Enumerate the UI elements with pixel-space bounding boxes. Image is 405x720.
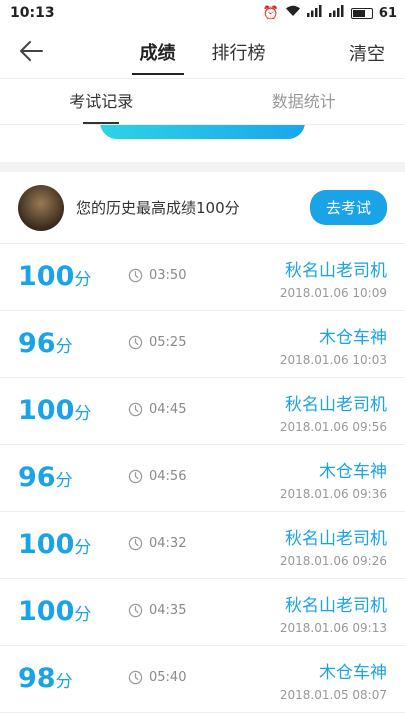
status-icons: ⏰ 61 bbox=[263, 5, 397, 21]
record-item[interactable]: 100分 04:32 秋名山老司机 2018.01.06 09:26 bbox=[0, 512, 405, 579]
tab-statistics[interactable]: 数据统计 bbox=[203, 79, 405, 124]
record-item[interactable]: 100分 04:35 秋名山老司机 2018.01.06 09:13 bbox=[0, 579, 405, 646]
clock-icon bbox=[128, 603, 143, 618]
duration-text: 05:40 bbox=[149, 670, 187, 685]
score-unit: 分 bbox=[74, 404, 92, 424]
record-name: 秋名山老司机 bbox=[285, 261, 387, 281]
tab-scores[interactable]: 成绩 bbox=[131, 31, 184, 75]
record-info: 木仓车神 2018.01.06 10:03 bbox=[280, 323, 387, 367]
record-score: 98分 bbox=[18, 663, 73, 694]
duration-text: 03:50 bbox=[149, 268, 187, 283]
arrow-left-icon bbox=[20, 41, 43, 61]
record-duration: 04:45 bbox=[128, 402, 186, 417]
best-score-text: 您的历史最高成绩100分 bbox=[76, 199, 240, 217]
record-info: 木仓车神 2018.01.05 08:07 bbox=[280, 658, 387, 702]
score-value: 100 bbox=[18, 529, 75, 560]
tab-exam-records[interactable]: 考试记录 bbox=[0, 79, 203, 124]
record-item[interactable]: 96分 04:56 木仓车神 2018.01.06 09:36 bbox=[0, 445, 405, 512]
record-name: 木仓车神 bbox=[319, 328, 387, 348]
score-unit: 分 bbox=[74, 270, 92, 290]
sub-tabs: 考试记录 数据统计 bbox=[0, 78, 405, 124]
record-item[interactable]: 98分 05:40 木仓车神 2018.01.05 08:07 bbox=[0, 646, 405, 713]
score-value: 100 bbox=[18, 395, 75, 426]
score-unit: 分 bbox=[55, 471, 73, 491]
banner-bar[interactable] bbox=[100, 125, 305, 139]
score-value: 96 bbox=[18, 462, 56, 493]
clock-icon bbox=[128, 268, 143, 283]
record-date: 2018.01.05 08:07 bbox=[279, 688, 387, 702]
score-value: 98 bbox=[18, 663, 56, 694]
record-info: 秋名山老司机 2018.01.06 10:09 bbox=[280, 256, 387, 300]
clock-icon bbox=[128, 335, 143, 350]
clock-icon bbox=[128, 670, 143, 685]
record-name: 秋名山老司机 bbox=[285, 529, 387, 549]
record-date: 2018.01.06 10:03 bbox=[279, 353, 387, 367]
wifi-icon bbox=[285, 5, 301, 21]
duration-text: 04:45 bbox=[149, 402, 187, 417]
record-score: 100分 bbox=[18, 261, 91, 292]
battery-icon bbox=[350, 7, 373, 19]
duration-text: 04:35 bbox=[149, 603, 187, 618]
clock-icon bbox=[128, 469, 143, 484]
record-duration: 05:40 bbox=[128, 670, 186, 685]
duration-text: 04:32 bbox=[149, 536, 187, 551]
clear-button[interactable]: 清空 bbox=[349, 40, 385, 66]
score-value: 100 bbox=[18, 261, 75, 292]
alarm-icon: ⏰ bbox=[262, 5, 279, 21]
record-item[interactable]: 100分 03:50 秋名山老司机 2018.01.06 10:09 bbox=[0, 244, 405, 311]
record-info: 秋名山老司机 2018.01.06 09:56 bbox=[280, 390, 387, 434]
score-value: 96 bbox=[18, 328, 56, 359]
duration-text: 05:25 bbox=[149, 335, 187, 350]
record-item[interactable]: 100分 04:45 秋名山老司机 2018.01.06 09:56 bbox=[0, 378, 405, 445]
record-name: 秋名山老司机 bbox=[285, 395, 387, 415]
clock-icon bbox=[128, 536, 143, 551]
record-duration: 04:35 bbox=[128, 603, 186, 618]
score-value: 100 bbox=[18, 596, 75, 627]
record-score: 100分 bbox=[18, 529, 91, 560]
record-duration: 04:56 bbox=[128, 469, 186, 484]
section-divider bbox=[0, 162, 405, 172]
record-duration: 05:25 bbox=[128, 335, 186, 350]
record-score: 96分 bbox=[18, 328, 73, 359]
record-duration: 04:32 bbox=[128, 536, 186, 551]
record-score: 96分 bbox=[18, 462, 73, 493]
record-duration: 03:50 bbox=[128, 268, 186, 283]
signal-icon bbox=[306, 5, 323, 21]
record-name: 木仓车神 bbox=[319, 462, 387, 482]
record-name: 木仓车神 bbox=[319, 663, 387, 683]
avatar bbox=[18, 184, 64, 231]
duration-text: 04:56 bbox=[149, 469, 187, 484]
record-name: 秋名山老司机 bbox=[285, 596, 387, 616]
record-info: 秋名山老司机 2018.01.06 09:26 bbox=[280, 524, 387, 568]
record-item[interactable]: 96分 05:25 木仓车神 2018.01.06 10:03 bbox=[0, 311, 405, 378]
score-unit: 分 bbox=[74, 605, 92, 625]
record-list: 100分 03:50 秋名山老司机 2018.01.06 10:09 96分 0… bbox=[0, 244, 405, 713]
record-score: 100分 bbox=[18, 596, 91, 627]
status-time: 10:13 bbox=[10, 5, 55, 21]
clock-icon bbox=[128, 402, 143, 417]
top-nav: 成绩 排行榜 清空 bbox=[0, 26, 405, 78]
record-date: 2018.01.06 09:36 bbox=[279, 487, 387, 501]
tab-ranking[interactable]: 排行榜 bbox=[206, 31, 272, 73]
record-date: 2018.01.06 09:56 bbox=[279, 420, 387, 434]
take-exam-button[interactable]: 去考试 bbox=[309, 190, 387, 225]
signal-icon-2 bbox=[328, 5, 345, 21]
record-score: 100分 bbox=[18, 395, 91, 426]
record-date: 2018.01.06 09:13 bbox=[279, 621, 387, 635]
record-info: 秋名山老司机 2018.01.06 09:13 bbox=[280, 591, 387, 635]
score-unit: 分 bbox=[55, 337, 73, 357]
record-info: 木仓车神 2018.01.06 09:36 bbox=[280, 457, 387, 501]
record-date: 2018.01.06 10:09 bbox=[279, 286, 387, 300]
back-button[interactable] bbox=[18, 38, 48, 66]
status-bar: 10:13 ⏰ 61 bbox=[0, 0, 405, 26]
record-date: 2018.01.06 09:26 bbox=[279, 554, 387, 568]
score-unit: 分 bbox=[55, 672, 73, 692]
best-score-row: 您的历史最高成绩100分 去考试 bbox=[0, 172, 405, 244]
battery-level: 61 bbox=[378, 5, 397, 21]
score-unit: 分 bbox=[74, 538, 92, 558]
nav-tabs: 成绩 排行榜 bbox=[131, 31, 272, 75]
banner-area bbox=[0, 124, 405, 162]
